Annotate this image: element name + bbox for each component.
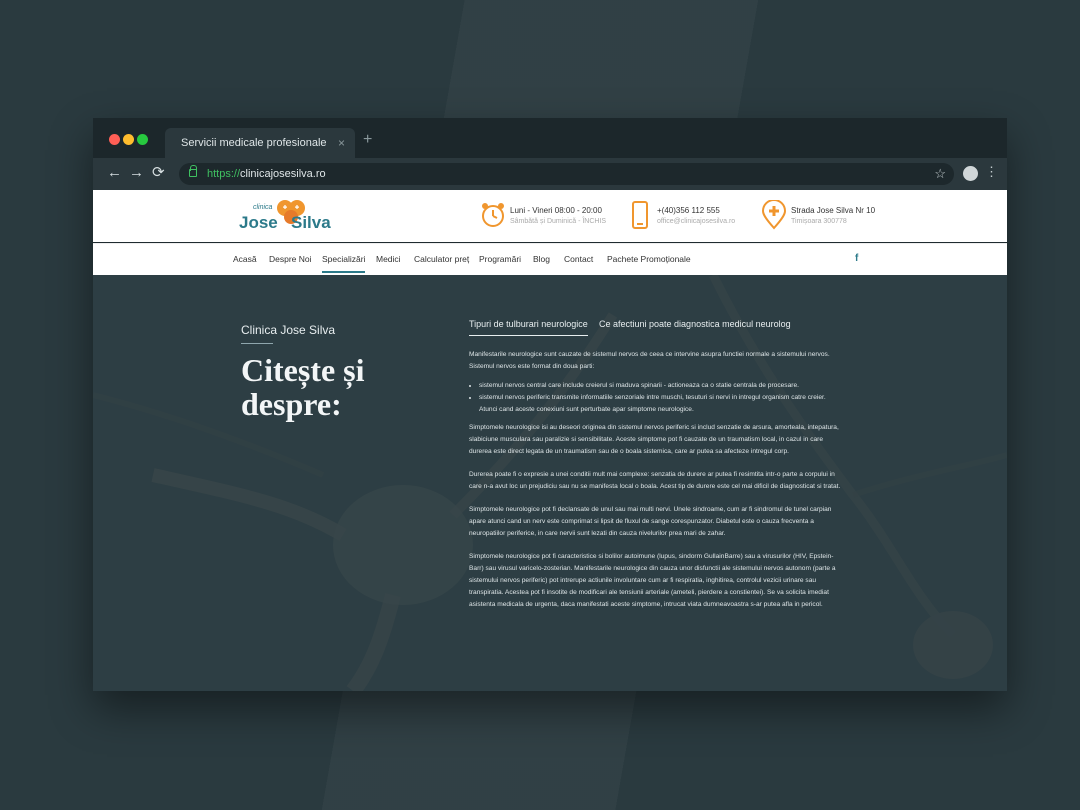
contact-info: +(40)356 112 555 office@clinicajosesilva… (625, 200, 745, 234)
contact-email[interactable]: office@clinicajosesilva.ro (657, 218, 735, 225)
site-header: clinica Jose Silva Luni - Vineri 08:00 -… (93, 190, 1007, 242)
logo-word-2: Silva (291, 213, 331, 232)
browser-menu-icon[interactable]: ⋮ (985, 164, 998, 180)
nav-item-programari[interactable]: Programări (479, 254, 521, 264)
intro-paragraph: Manifestarile neurologice sunt cauzate d… (469, 351, 830, 370)
hero-section: Clinica Jose Silva Citește și despre: Ti… (93, 275, 1007, 691)
browser-tab[interactable]: Servicii medicale profesionale × (165, 128, 355, 158)
nav-item-medici[interactable]: Medici (376, 254, 401, 264)
nav-item-specializari[interactable]: Specializări (322, 254, 366, 273)
main-nav: Acasă Despre Noi Specializări Medici Cal… (93, 243, 1007, 275)
maximize-window-button[interactable] (137, 134, 148, 145)
bullet-list: sistemul nervos central care include cre… (479, 380, 844, 416)
close-window-button[interactable] (109, 134, 120, 145)
logo-small-text: clinica (253, 204, 273, 211)
schedule-main: Luni - Vineri 08:00 - 20:00 (510, 206, 602, 215)
tab-afectiuni-neurolog[interactable]: Ce afectiuni poate diagnostica medicul n… (599, 319, 791, 329)
logo-word-1: Jose (239, 213, 278, 232)
minimize-window-button[interactable] (123, 134, 134, 145)
article-content: Manifestarile neurologice sunt cauzate d… (469, 349, 844, 622)
browser-toolbar: ← → ⟳ https://clinicajosesilva.ro ☆ ⋮ (93, 158, 1007, 190)
hero-kicker: Clinica Jose Silva (241, 323, 336, 337)
address-sub: Timișoara 300778 (791, 218, 847, 225)
nav-item-calculator-pret[interactable]: Calculator preț (414, 254, 469, 264)
nav-item-contact[interactable]: Contact (564, 254, 593, 264)
kicker-divider (241, 343, 273, 344)
paragraph: Simptomele neurologice isi au deseori or… (469, 424, 839, 455)
nav-item-pachete[interactable]: Pachete Promoționale (607, 254, 691, 264)
reload-icon[interactable]: ⟳ (152, 165, 165, 181)
title-bar: Servicii medicale profesionale × + (93, 118, 1007, 158)
content-tabs: Tipuri de tulburari neurologice Ce afect… (469, 319, 849, 339)
hero-title: Citește și despre: (241, 352, 365, 422)
lock-icon (189, 165, 197, 177)
list-item: sistemul nervos central care include cre… (479, 380, 844, 392)
bookmark-star-icon[interactable]: ☆ (934, 163, 946, 185)
location-pin-icon (761, 200, 787, 230)
new-tab-icon[interactable]: + (363, 132, 372, 148)
paragraph: Simptomele neurologice pot fi caracteris… (469, 553, 836, 608)
web-page: clinica Jose Silva Luni - Vineri 08:00 -… (93, 190, 1007, 691)
site-logo[interactable]: clinica Jose Silva (239, 198, 339, 236)
paragraph: Durerea poate fi o expresie a unei condi… (469, 471, 841, 490)
url-scheme: https:// (207, 168, 241, 180)
tab-tipuri-tulburari[interactable]: Tipuri de tulburari neurologice (469, 319, 588, 336)
schedule-info: Luni - Vineri 08:00 - 20:00 Sâmbătă și D… (478, 200, 608, 234)
address-bar[interactable]: https://clinicajosesilva.ro ☆ (179, 163, 954, 185)
tab-close-icon[interactable]: × (338, 128, 345, 158)
profile-avatar[interactable] (963, 166, 978, 181)
alarm-clock-icon (482, 203, 504, 227)
list-item: sistemul nervos periferic transmite info… (479, 392, 844, 416)
forward-arrow-icon[interactable]: → (129, 165, 144, 181)
nav-item-blog[interactable]: Blog (533, 254, 550, 264)
facebook-icon[interactable]: f (855, 253, 858, 264)
paragraph: Simptomele neurologice pot fi declansate… (469, 506, 832, 537)
schedule-sub: Sâmbătă și Duminică - ÎNCHIS (510, 218, 607, 225)
address-main: Strada Jose Silva Nr 10 (791, 206, 876, 215)
phone-number[interactable]: +(40)356 112 555 (657, 206, 720, 215)
url-host: clinicajosesilva.ro (240, 168, 326, 180)
browser-window: Servicii medicale profesionale × + ← → ⟳… (93, 118, 1007, 691)
nav-item-despre-noi[interactable]: Despre Noi (269, 254, 312, 264)
phone-icon (632, 201, 648, 229)
tab-title: Servicii medicale profesionale (181, 137, 327, 149)
address-info: Strada Jose Silva Nr 10 Timișoara 300778 (759, 200, 879, 234)
back-arrow-icon[interactable]: ← (107, 165, 122, 181)
nav-item-acasa[interactable]: Acasă (233, 254, 257, 264)
